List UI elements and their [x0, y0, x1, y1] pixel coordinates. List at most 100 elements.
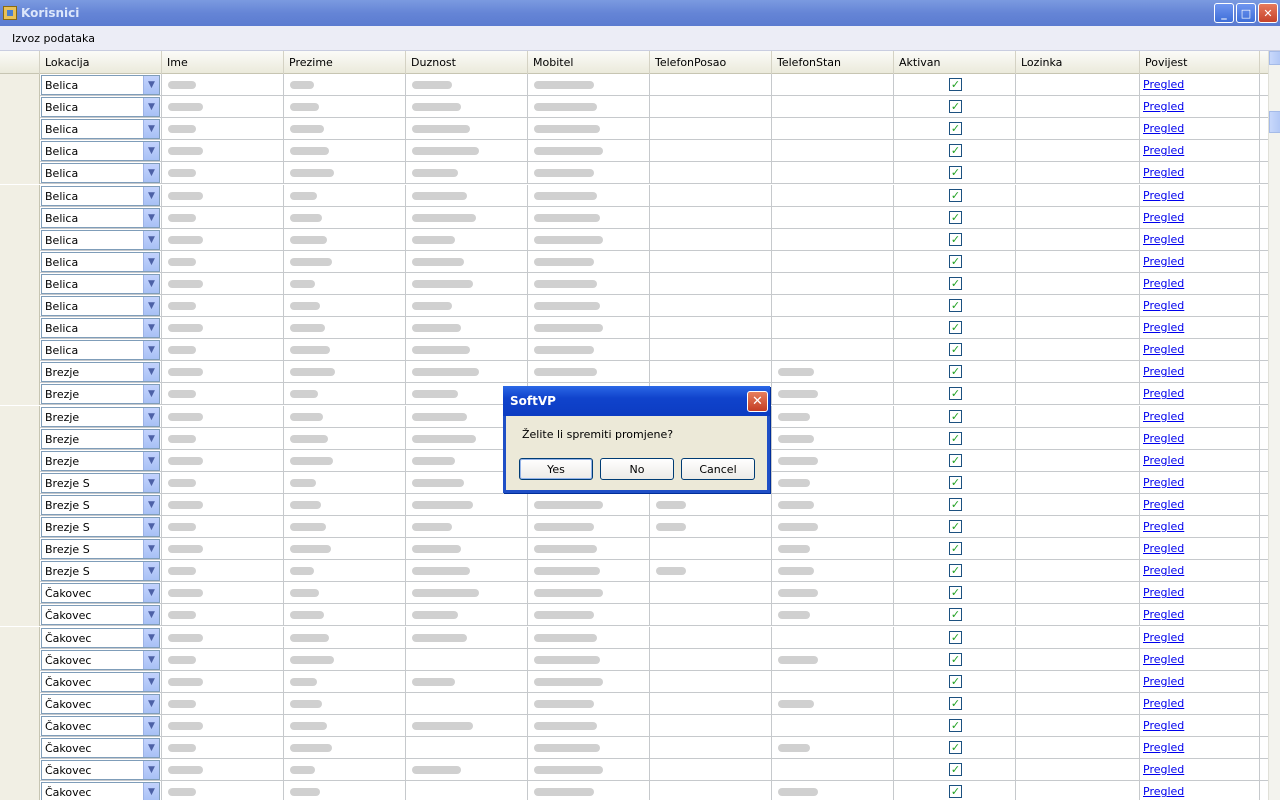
cell-duznost[interactable] — [406, 692, 528, 715]
cell-prezime[interactable] — [284, 604, 406, 627]
aktivan-checkbox[interactable]: ✓ — [949, 276, 962, 290]
cell-ime[interactable] — [162, 272, 284, 295]
cell-ime[interactable] — [162, 626, 284, 649]
aktivan-checkbox[interactable]: ✓ — [949, 122, 962, 136]
cell-duznost[interactable] — [406, 714, 528, 737]
lokacija-dropdown[interactable]: Belica ▼ — [41, 75, 160, 95]
cell-lozinka[interactable] — [1016, 339, 1140, 362]
cell-telefon-stan[interactable] — [772, 206, 894, 229]
cell-telefon-stan[interactable] — [772, 648, 894, 671]
dialog-close-icon[interactable]: ✕ — [747, 391, 768, 412]
no-button[interactable]: No — [600, 458, 674, 480]
cell-mobitel[interactable] — [528, 317, 650, 340]
pregled-link[interactable]: Pregled — [1143, 653, 1184, 666]
table-row[interactable]: Belica ▼ ✓ Pregled — [0, 74, 1268, 96]
cell-duznost[interactable] — [406, 493, 528, 516]
cell-telefon-posao[interactable] — [650, 582, 772, 605]
lokacija-dropdown[interactable]: Brezje S ▼ — [41, 517, 160, 537]
cell-prezime[interactable] — [284, 626, 406, 649]
cell-duznost[interactable] — [406, 184, 528, 207]
cell-telefon-stan[interactable] — [772, 96, 894, 119]
chevron-down-icon[interactable]: ▼ — [143, 451, 159, 470]
cell-ime[interactable] — [162, 692, 284, 715]
pregled-link[interactable]: Pregled — [1143, 321, 1184, 334]
cell-lozinka[interactable] — [1016, 604, 1140, 627]
lokacija-dropdown[interactable]: Belica ▼ — [41, 273, 160, 294]
lokacija-dropdown[interactable]: Belica ▼ — [41, 163, 160, 184]
aktivan-checkbox[interactable]: ✓ — [949, 785, 962, 799]
cell-telefon-posao[interactable] — [650, 781, 772, 800]
table-row[interactable]: Belica ▼ ✓ Pregled — [0, 339, 1268, 362]
cell-telefon-stan[interactable] — [772, 250, 894, 273]
table-row[interactable]: Belica ▼ ✓ Pregled — [0, 295, 1268, 317]
cell-mobitel[interactable] — [528, 228, 650, 251]
row-header[interactable] — [0, 118, 40, 141]
table-row[interactable]: Čakovec ▼ ✓ Pregled — [0, 648, 1268, 671]
table-row[interactable]: Čakovec ▼ ✓ Pregled — [0, 737, 1268, 759]
cell-mobitel[interactable] — [528, 184, 650, 207]
aktivan-checkbox[interactable]: ✓ — [949, 409, 962, 423]
cell-telefon-stan[interactable] — [772, 714, 894, 737]
cell-prezime[interactable] — [284, 206, 406, 229]
cell-prezime[interactable] — [284, 96, 406, 119]
scroll-thumb[interactable] — [1269, 111, 1280, 133]
cell-lozinka[interactable] — [1016, 250, 1140, 273]
pregled-link[interactable]: Pregled — [1143, 122, 1184, 135]
chevron-down-icon[interactable]: ▼ — [143, 297, 159, 315]
chevron-down-icon[interactable]: ▼ — [143, 230, 159, 249]
cell-telefon-stan[interactable] — [772, 317, 894, 340]
close-icon[interactable]: ✕ — [1258, 3, 1278, 23]
row-header[interactable] — [0, 714, 40, 737]
cell-lozinka[interactable] — [1016, 516, 1140, 538]
pregled-link[interactable]: Pregled — [1143, 498, 1184, 511]
lokacija-dropdown[interactable]: Belica ▼ — [41, 318, 160, 339]
column-header-lozinka[interactable]: Lozinka — [1016, 51, 1140, 74]
lokacija-dropdown[interactable]: Brezje ▼ — [41, 362, 160, 383]
cell-prezime[interactable] — [284, 383, 406, 406]
cell-telefon-stan[interactable] — [772, 383, 894, 406]
cell-telefon-posao[interactable] — [650, 162, 772, 185]
cell-duznost[interactable] — [406, 339, 528, 362]
pregled-link[interactable]: Pregled — [1143, 78, 1184, 91]
cell-telefon-posao[interactable] — [650, 118, 772, 141]
lokacija-dropdown[interactable]: Čakovec ▼ — [41, 715, 160, 736]
column-header-lokacija[interactable]: Lokacija — [40, 51, 162, 74]
cell-lozinka[interactable] — [1016, 582, 1140, 605]
lokacija-dropdown[interactable]: Čakovec ▼ — [41, 693, 160, 714]
pregled-link[interactable]: Pregled — [1143, 564, 1184, 577]
chevron-down-icon[interactable]: ▼ — [143, 319, 159, 338]
cell-ime[interactable] — [162, 74, 284, 96]
cell-prezime[interactable] — [284, 118, 406, 141]
chevron-down-icon[interactable]: ▼ — [143, 584, 159, 603]
chevron-down-icon[interactable]: ▼ — [143, 363, 159, 382]
chevron-down-icon[interactable]: ▼ — [143, 76, 159, 94]
table-row[interactable]: Belica ▼ ✓ Pregled — [0, 96, 1268, 119]
cell-telefon-stan[interactable] — [772, 184, 894, 207]
cell-duznost[interactable] — [406, 74, 528, 96]
pregled-link[interactable]: Pregled — [1143, 476, 1184, 489]
row-header[interactable] — [0, 317, 40, 340]
pregled-link[interactable]: Pregled — [1143, 454, 1184, 467]
cell-mobitel[interactable] — [528, 648, 650, 671]
chevron-down-icon[interactable]: ▼ — [143, 783, 159, 800]
cell-ime[interactable] — [162, 339, 284, 362]
aktivan-checkbox[interactable]: ✓ — [949, 586, 962, 600]
lokacija-dropdown[interactable]: Belica ▼ — [41, 340, 160, 361]
chevron-down-icon[interactable]: ▼ — [143, 98, 159, 117]
cell-prezime[interactable] — [284, 471, 406, 494]
aktivan-checkbox[interactable]: ✓ — [949, 718, 962, 732]
cell-duznost[interactable] — [406, 670, 528, 693]
pregled-link[interactable]: Pregled — [1143, 410, 1184, 423]
cell-duznost[interactable] — [406, 516, 528, 538]
aktivan-checkbox[interactable]: ✓ — [949, 100, 962, 114]
cell-ime[interactable] — [162, 759, 284, 782]
cell-duznost[interactable] — [406, 162, 528, 185]
cell-prezime[interactable] — [284, 427, 406, 450]
cell-telefon-posao[interactable] — [650, 604, 772, 627]
cell-ime[interactable] — [162, 317, 284, 340]
chevron-down-icon[interactable]: ▼ — [143, 429, 159, 448]
aktivan-checkbox[interactable]: ✓ — [949, 188, 962, 202]
chevron-down-icon[interactable]: ▼ — [143, 252, 159, 271]
pregled-link[interactable]: Pregled — [1143, 675, 1184, 688]
cell-prezime[interactable] — [284, 493, 406, 516]
